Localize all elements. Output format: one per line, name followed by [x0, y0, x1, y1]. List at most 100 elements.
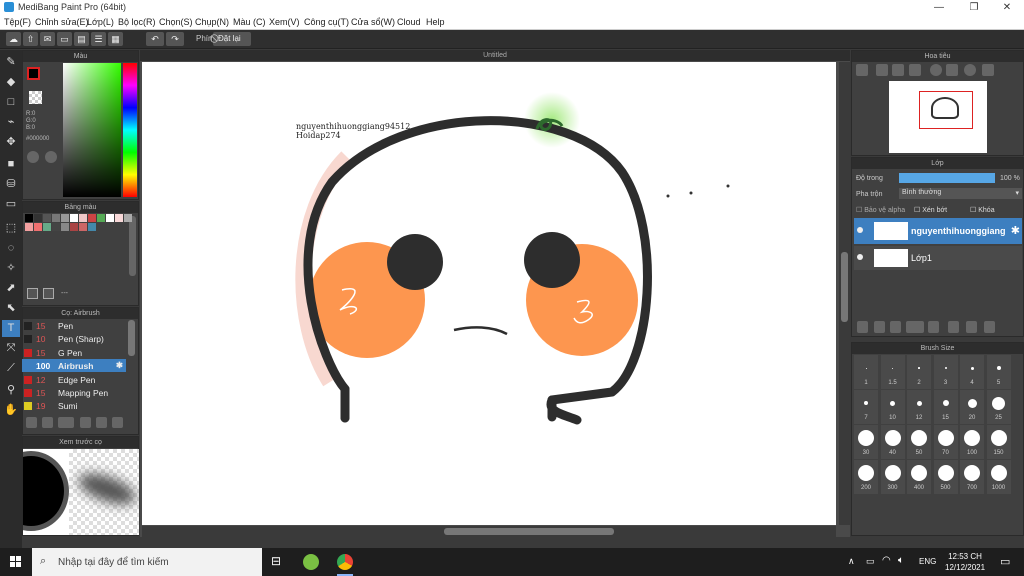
- add-brush-icon[interactable]: [58, 417, 74, 428]
- new-brush-icon[interactable]: [42, 417, 53, 428]
- palette-swatch[interactable]: [106, 214, 114, 222]
- visibility-icon[interactable]: [857, 254, 863, 260]
- dot-tool-icon[interactable]: ⌁: [2, 114, 20, 131]
- delete-layer-icon[interactable]: [984, 321, 995, 333]
- move-tool-icon[interactable]: ✥: [2, 134, 20, 151]
- brush-item[interactable]: 19 Sumi: [22, 399, 126, 412]
- layer-row[interactable]: Lớp1: [854, 246, 1022, 270]
- brush-size-option[interactable]: 20: [960, 390, 984, 424]
- bucket-tool-icon[interactable]: ⛁: [2, 176, 20, 193]
- menu-snap[interactable]: Chụp(N): [195, 17, 229, 27]
- chevron-up-icon[interactable]: ∧: [848, 556, 855, 567]
- palette-swatch[interactable]: [52, 214, 60, 222]
- palette-swatch[interactable]: [34, 214, 42, 222]
- palette-swatch[interactable]: [43, 214, 51, 222]
- delete-palette-icon[interactable]: [43, 288, 54, 299]
- menu-layer[interactable]: Lớp(L): [87, 17, 114, 27]
- brush-size-option[interactable]: 10: [880, 390, 905, 424]
- brush-item[interactable]: 15 G Pen: [22, 346, 126, 359]
- cloud-brush-icon[interactable]: [26, 417, 37, 428]
- divide-tool-icon[interactable]: ⟋: [2, 360, 20, 377]
- merge-down-icon[interactable]: [966, 321, 977, 333]
- palette-swatch[interactable]: [115, 214, 123, 222]
- menu-view[interactable]: Xem(V): [269, 17, 300, 27]
- hand-tool-icon[interactable]: ✋: [2, 402, 20, 419]
- undo-icon[interactable]: ↶: [146, 32, 164, 46]
- menu-color[interactable]: Màu (C): [233, 17, 266, 27]
- lasso-tool-icon[interactable]: ◌: [2, 240, 20, 257]
- brush-size-option[interactable]: 50: [907, 425, 931, 459]
- palette-swatch[interactable]: [70, 214, 78, 222]
- foreground-color-swatch[interactable]: [27, 67, 40, 80]
- canvas-tab[interactable]: Untitled: [140, 50, 850, 61]
- select-pen-tool-icon[interactable]: ⬈: [2, 280, 20, 297]
- redo-icon[interactable]: ↷: [166, 32, 184, 46]
- drawing-canvas[interactable]: nguyenthihuonggiang94512 Hoidap274: [142, 62, 836, 525]
- battery-icon[interactable]: ▭: [866, 556, 875, 567]
- gradient-tool-icon[interactable]: ▭: [2, 196, 20, 213]
- color-wheel-icon[interactable]: [27, 151, 39, 163]
- brush-item[interactable]: 15 Mapping Pen: [22, 386, 126, 399]
- zoom-out-icon[interactable]: [876, 64, 888, 76]
- color-picker-icon[interactable]: [45, 151, 57, 163]
- taskbar-search-box[interactable]: ⌕ Nhập tại đây để tìm kiếm: [32, 548, 262, 576]
- rotate-right-icon[interactable]: [964, 64, 976, 76]
- protect-alpha-checkbox[interactable]: ☐ Bảo vệ alpha: [856, 206, 905, 214]
- palette-swatch[interactable]: [79, 214, 87, 222]
- brush-size-option[interactable]: 500: [933, 460, 958, 494]
- task-view-icon[interactable]: ⊟: [271, 554, 281, 568]
- menu-tools[interactable]: Công cụ(T): [304, 17, 349, 27]
- cloud-icon[interactable]: ☁: [6, 32, 21, 46]
- actual-size-icon[interactable]: [909, 64, 921, 76]
- new-halftone-layer-icon[interactable]: [874, 321, 885, 333]
- hue-slider[interactable]: [123, 63, 137, 197]
- brush-size-option[interactable]: 30: [854, 425, 878, 459]
- palette-swatch[interactable]: [124, 214, 132, 222]
- palette-scrollbar[interactable]: [129, 216, 136, 276]
- brush-size-option[interactable]: 1.5: [880, 355, 905, 389]
- brush-size-option[interactable]: 100: [960, 425, 984, 459]
- brush-item[interactable]: 10 Pen (Sharp): [22, 332, 126, 345]
- reset-rotation-icon[interactable]: [982, 64, 994, 76]
- select-eraser-tool-icon[interactable]: ⬉: [2, 300, 20, 317]
- clock[interactable]: 12:53 CH 12/12/2021: [945, 551, 985, 573]
- brush-size-option[interactable]: 200: [854, 460, 878, 494]
- canvas-horizontal-scrollbar[interactable]: [142, 526, 836, 537]
- palette-swatch[interactable]: [88, 214, 96, 222]
- add-layer-menu-icon[interactable]: [906, 321, 924, 333]
- document-icon[interactable]: ▤: [74, 32, 89, 46]
- upload-icon[interactable]: ⇧: [23, 32, 38, 46]
- menu-select[interactable]: Chọn(S): [159, 17, 193, 27]
- brush-item[interactable]: 12 Edge Pen: [22, 373, 126, 386]
- grid-icon[interactable]: ▦: [108, 32, 123, 46]
- new-8bit-layer-icon[interactable]: [890, 321, 901, 333]
- new-palette-icon[interactable]: [27, 288, 38, 299]
- brush-settings-icon[interactable]: [80, 417, 91, 428]
- language-indicator[interactable]: ENG: [919, 557, 936, 566]
- palette-swatch[interactable]: [25, 214, 33, 222]
- blend-mode-select[interactable]: Bình thường ▾: [899, 188, 1022, 199]
- brush-list-scrollbar[interactable]: [128, 320, 135, 356]
- menu-cloud[interactable]: Cloud: [397, 17, 421, 27]
- close-button[interactable]: ✕: [990, 0, 1024, 15]
- palette-swatch[interactable]: [61, 223, 69, 231]
- list-icon[interactable]: ☰: [91, 32, 106, 46]
- brush-size-option[interactable]: 150: [986, 425, 1011, 459]
- palette-swatch[interactable]: [88, 223, 96, 231]
- brush-size-option[interactable]: 700: [960, 460, 984, 494]
- fill-rect-tool-icon[interactable]: ■: [2, 156, 20, 173]
- brush-item[interactable]: 15 Pen: [22, 319, 126, 332]
- brush-size-option[interactable]: 1000: [986, 460, 1011, 494]
- brush-size-option[interactable]: 7: [854, 390, 878, 424]
- folder-icon[interactable]: [928, 321, 939, 333]
- new-layer-icon[interactable]: [857, 321, 868, 333]
- eyedropper-tool-icon[interactable]: ⚲: [2, 382, 20, 399]
- text-tool-icon[interactable]: T: [2, 320, 20, 337]
- menu-window[interactable]: Cửa sổ(W): [351, 17, 395, 27]
- palette-swatch[interactable]: [70, 223, 78, 231]
- brush-size-option[interactable]: 300: [880, 460, 905, 494]
- layer-row-selected[interactable]: nguyenthihuonggiang ✱: [854, 218, 1022, 244]
- eraser-tool-icon[interactable]: ◆: [2, 74, 20, 91]
- brush-tool-icon[interactable]: ✎: [2, 54, 20, 71]
- windows-start-icon[interactable]: [10, 556, 22, 568]
